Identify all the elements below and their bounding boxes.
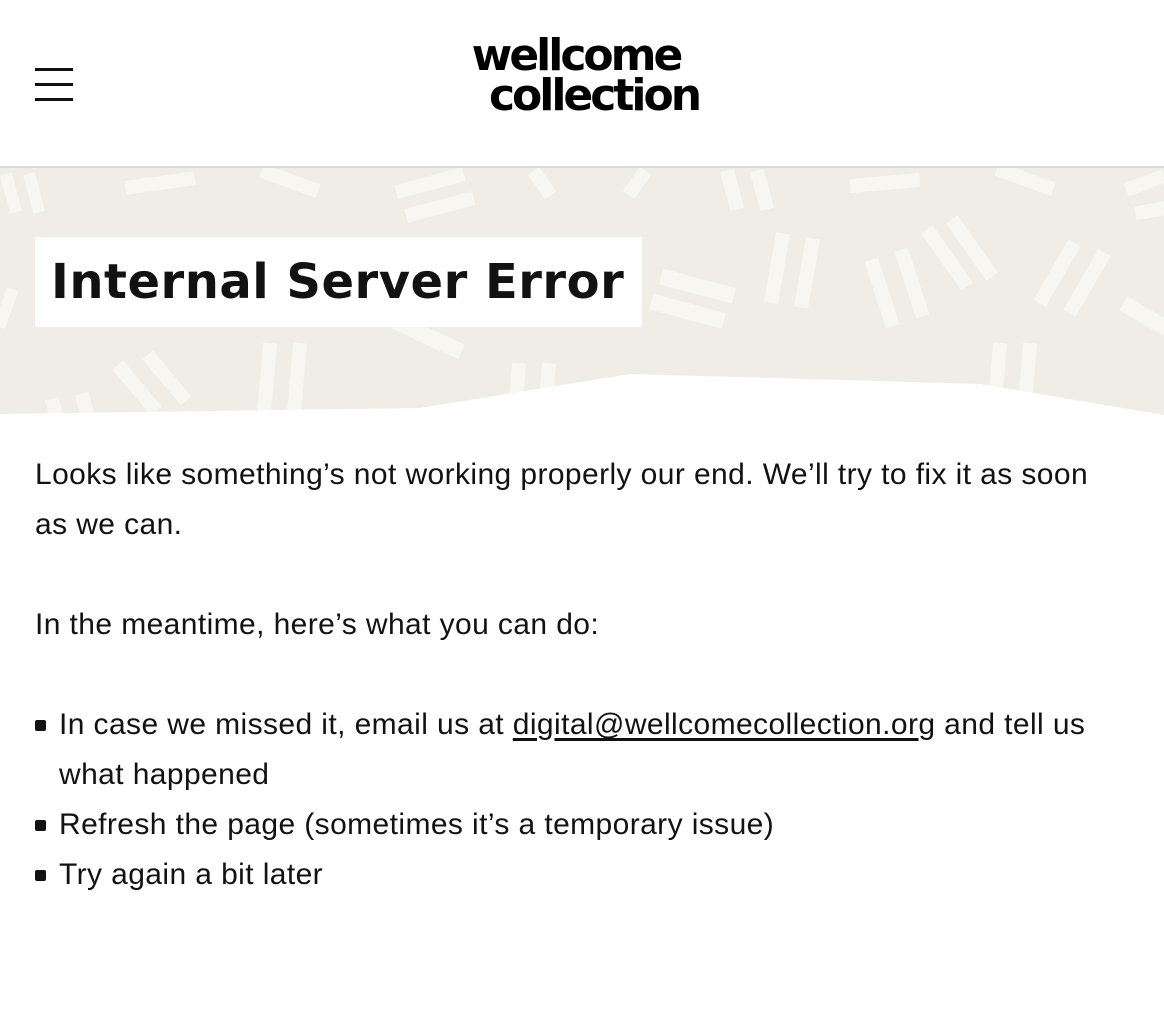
page-title: Internal Server Error xyxy=(51,254,625,310)
page-title-box: Internal Server Error xyxy=(35,237,643,327)
site-header: wellcome collection xyxy=(0,0,1164,168)
email-link[interactable]: digital@wellcomecollection.org xyxy=(513,708,936,741)
list-item-try-later: Try again a bit later xyxy=(35,850,1129,900)
list-item-email-text-before: In case we missed it, email us at xyxy=(59,708,513,741)
wellcome-collection-logo[interactable]: wellcome collection xyxy=(455,34,715,121)
meantime-intro: In the meantime, here’s what you can do: xyxy=(35,608,600,641)
hamburger-menu-icon[interactable] xyxy=(35,68,73,102)
menu-bar-top xyxy=(35,68,73,71)
menu-bar-middle xyxy=(35,83,73,86)
page-hero: Internal Server Error xyxy=(0,168,1164,415)
logo-line-2: collection xyxy=(488,70,702,121)
error-content: Looks like something’s not working prope… xyxy=(0,415,1164,900)
menu-bar-bottom xyxy=(35,98,73,101)
list-item-refresh: Refresh the page (sometimes it’s a tempo… xyxy=(35,800,1129,850)
suggestion-list: In case we missed it, email us at digita… xyxy=(35,700,1129,900)
error-description: Looks like something’s not working prope… xyxy=(35,458,1089,541)
list-item-email: In case we missed it, email us at digita… xyxy=(35,700,1129,800)
